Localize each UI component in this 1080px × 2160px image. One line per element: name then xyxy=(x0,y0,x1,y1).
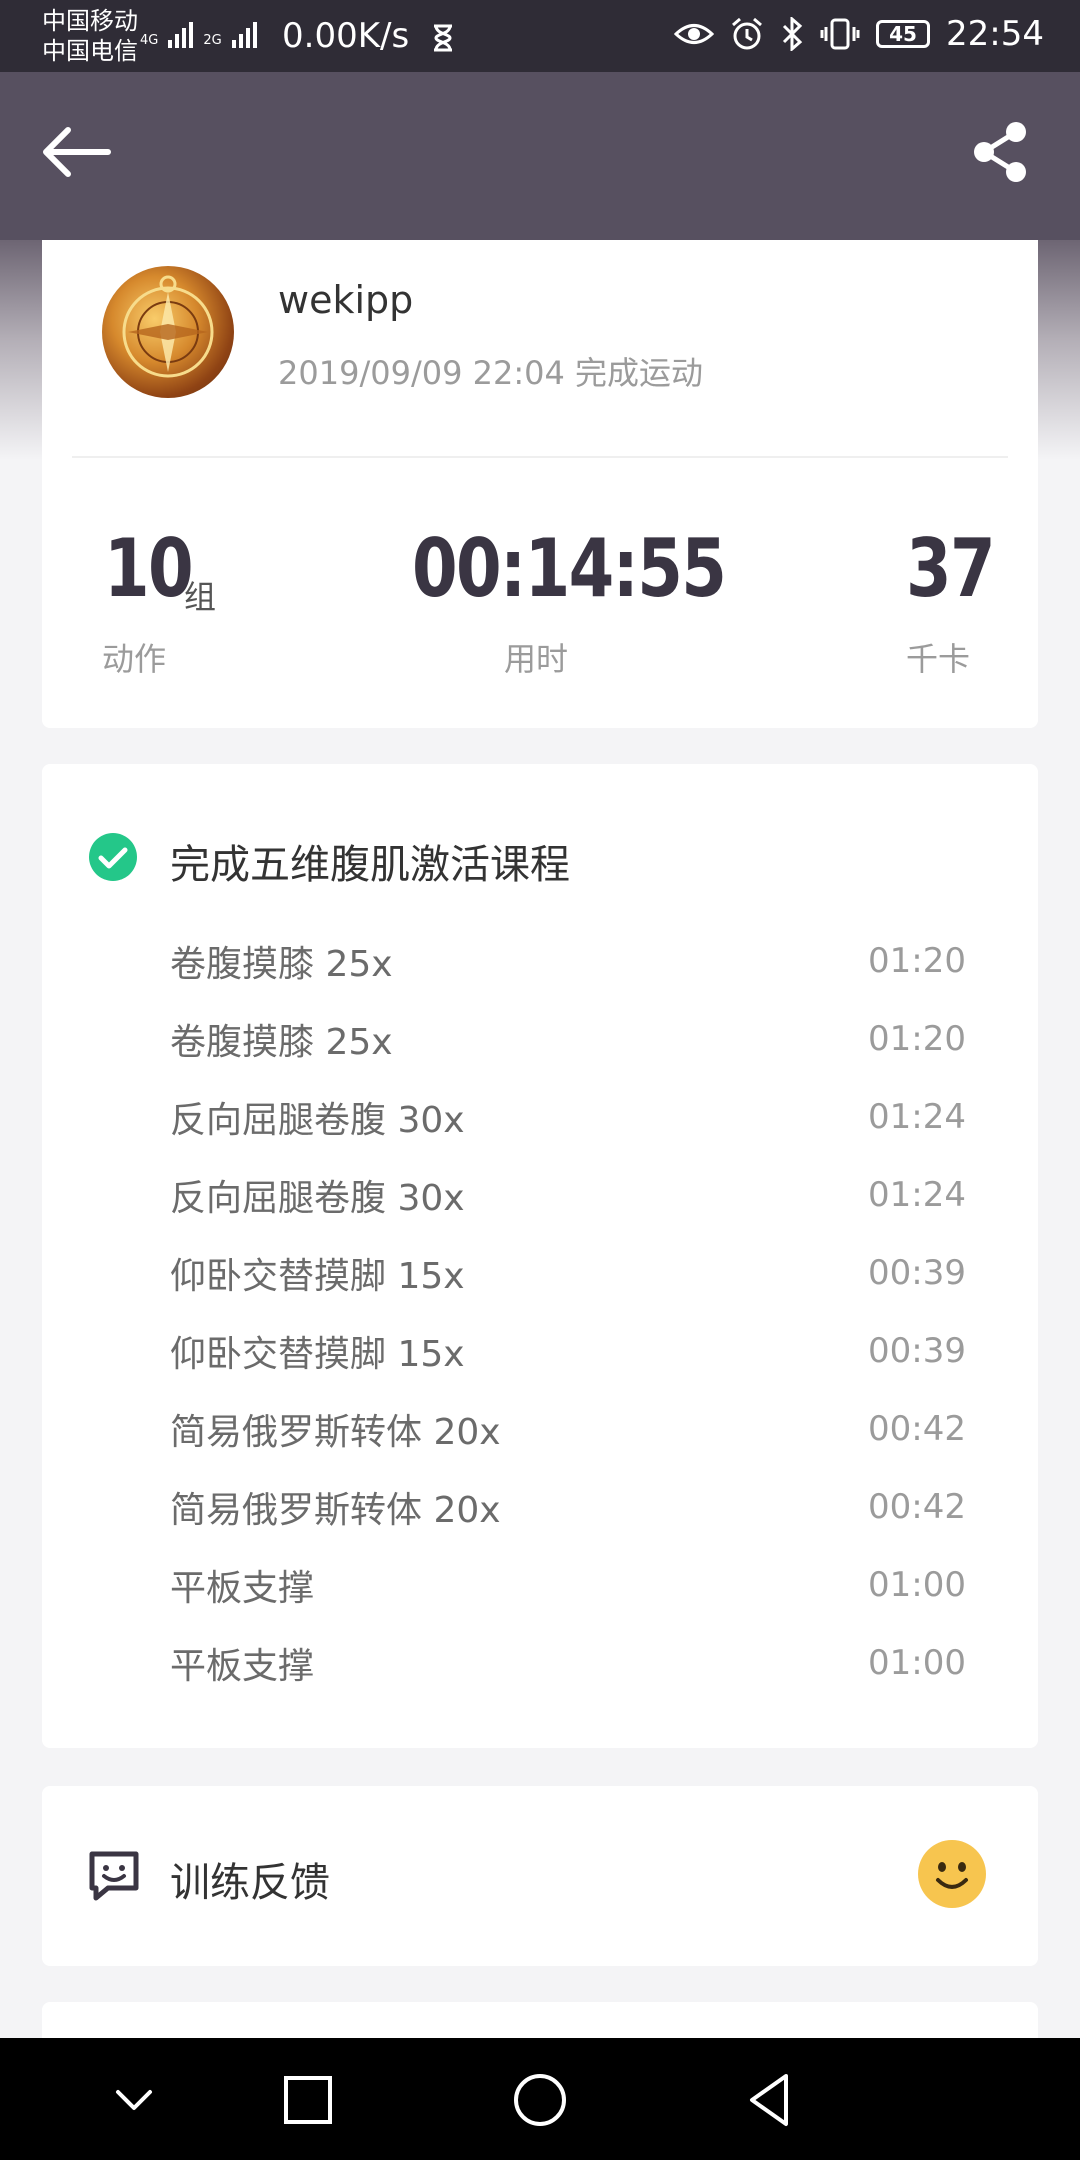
status-bar: 中国移动 中国电信 4G 2G 0.00K/s 45 22:54 xyxy=(0,0,1080,72)
divider xyxy=(72,456,1008,458)
exercise-row[interactable]: 反向屈腿卷腹 30x 01:24 xyxy=(170,1092,966,1142)
exercise-name: 简易俄罗斯转体 20x xyxy=(170,1490,501,1531)
carrier-2: 中国电信 xyxy=(42,37,138,65)
vibrate-icon xyxy=(820,18,860,50)
exercise-row[interactable]: 平板支撑 01:00 xyxy=(170,1638,966,1688)
exercise-row[interactable]: 简易俄罗斯转体 20x 00:42 xyxy=(170,1404,966,1454)
square-recents-icon[interactable] xyxy=(276,2068,340,2132)
exercise-name: 简易俄罗斯转体 20x xyxy=(170,1412,501,1453)
arrow-left-icon[interactable] xyxy=(38,122,112,182)
stat-sets-value: 10 xyxy=(104,522,194,615)
hourglass-icon xyxy=(434,24,452,52)
eye-icon xyxy=(674,24,715,44)
share-icon[interactable] xyxy=(970,120,1030,184)
exercise-name: 卷腹摸膝 25x xyxy=(170,944,393,985)
triangle-back-icon[interactable] xyxy=(738,2068,802,2132)
exercise-duration: 00:39 xyxy=(868,1253,966,1293)
signal-bars-icon xyxy=(168,18,194,48)
network-speed: 0.00K/s xyxy=(282,16,410,56)
compass-image-icon xyxy=(122,275,214,378)
feedback-card[interactable]: 训练反馈 xyxy=(42,1786,1038,1966)
exercise-duration: 01:24 xyxy=(868,1097,966,1137)
signal-indicators: 4G 2G xyxy=(140,18,257,48)
bluetooth-icon xyxy=(782,17,803,51)
exercise-row[interactable]: 反向屈腿卷腹 30x 01:24 xyxy=(170,1170,966,1220)
stat-sets-label: 动作 xyxy=(102,640,167,678)
network-type-1: 4G xyxy=(140,33,159,48)
exercise-name: 卷腹摸膝 25x xyxy=(170,1022,393,1063)
exercise-name: 反向屈腿卷腹 30x xyxy=(170,1100,465,1141)
exercise-name: 仰卧交替摸脚 15x xyxy=(170,1334,465,1375)
exercise-row[interactable]: 简易俄罗斯转体 20x 00:42 xyxy=(170,1482,966,1532)
check-circle-icon xyxy=(89,833,137,881)
username: wekipp xyxy=(278,278,414,322)
course-title: 完成五维腹肌激活课程 xyxy=(170,842,570,888)
feedback-label: 训练反馈 xyxy=(170,1860,330,1906)
exercise-row[interactable]: 卷腹摸膝 25x 01:20 xyxy=(170,1014,966,1064)
exercise-name: 平板支撑 xyxy=(170,1646,315,1687)
exercise-duration: 01:00 xyxy=(868,1565,966,1605)
chat-smile-icon xyxy=(89,1851,139,1901)
exercise-duration: 01:00 xyxy=(868,1643,966,1683)
exercise-name: 反向屈腿卷腹 30x xyxy=(170,1178,465,1219)
system-navigation-bar xyxy=(0,2038,1080,2160)
exercise-duration: 01:20 xyxy=(868,1019,966,1059)
exercise-row[interactable]: 平板支撑 01:00 xyxy=(170,1560,966,1610)
signal-bars-icon xyxy=(231,18,257,48)
carrier-info: 中国移动 中国电信 xyxy=(42,6,138,66)
exercise-duration: 01:20 xyxy=(868,941,966,981)
exercise-duration: 00:42 xyxy=(868,1487,966,1527)
exercise-row[interactable]: 仰卧交替摸脚 15x 00:39 xyxy=(170,1326,966,1376)
exercise-duration: 01:24 xyxy=(868,1175,966,1215)
carrier-1: 中国移动 xyxy=(42,7,138,35)
exercise-duration: 00:39 xyxy=(868,1331,966,1371)
stat-calories-label: 千卡 xyxy=(906,640,971,678)
battery-indicator: 45 xyxy=(876,20,931,48)
exercise-row[interactable]: 仰卧交替摸脚 15x 00:39 xyxy=(170,1248,966,1298)
summary-card: wekipp 2019/09/09 22:04 完成运动 10 组 动作 00:… xyxy=(42,240,1038,728)
alarm-icon xyxy=(732,17,762,50)
stat-sets-unit: 组 xyxy=(184,578,217,616)
clock: 22:54 xyxy=(946,14,1044,54)
course-card: 完成五维腹肌激活课程 卷腹摸膝 25x 01:20 卷腹摸膝 25x 01:20… xyxy=(42,764,1038,1748)
stat-duration-value: 00:14:55 xyxy=(412,522,727,615)
stat-duration-label: 用时 xyxy=(504,640,569,678)
smiley-face-icon[interactable] xyxy=(918,1840,986,1908)
exercise-row[interactable]: 卷腹摸膝 25x 01:20 xyxy=(170,936,966,986)
circle-home-icon[interactable] xyxy=(508,2068,572,2132)
avatar[interactable] xyxy=(102,266,234,398)
top-app-bar xyxy=(0,72,1080,240)
finish-timestamp: 2019/09/09 22:04 完成运动 xyxy=(278,354,704,392)
exercise-name: 仰卧交替摸脚 15x xyxy=(170,1256,465,1297)
network-type-2: 2G xyxy=(203,33,222,48)
status-icons: 45 22:54 xyxy=(674,14,1044,54)
stat-calories-value: 37 xyxy=(906,522,996,615)
chevron-down-icon[interactable] xyxy=(102,2068,166,2132)
exercise-duration: 00:42 xyxy=(868,1409,966,1449)
workout-summary-screen: 中国移动 中国电信 4G 2G 0.00K/s 45 22:54 wekipp … xyxy=(0,0,1080,2160)
exercise-name: 平板支撑 xyxy=(170,1568,315,1609)
